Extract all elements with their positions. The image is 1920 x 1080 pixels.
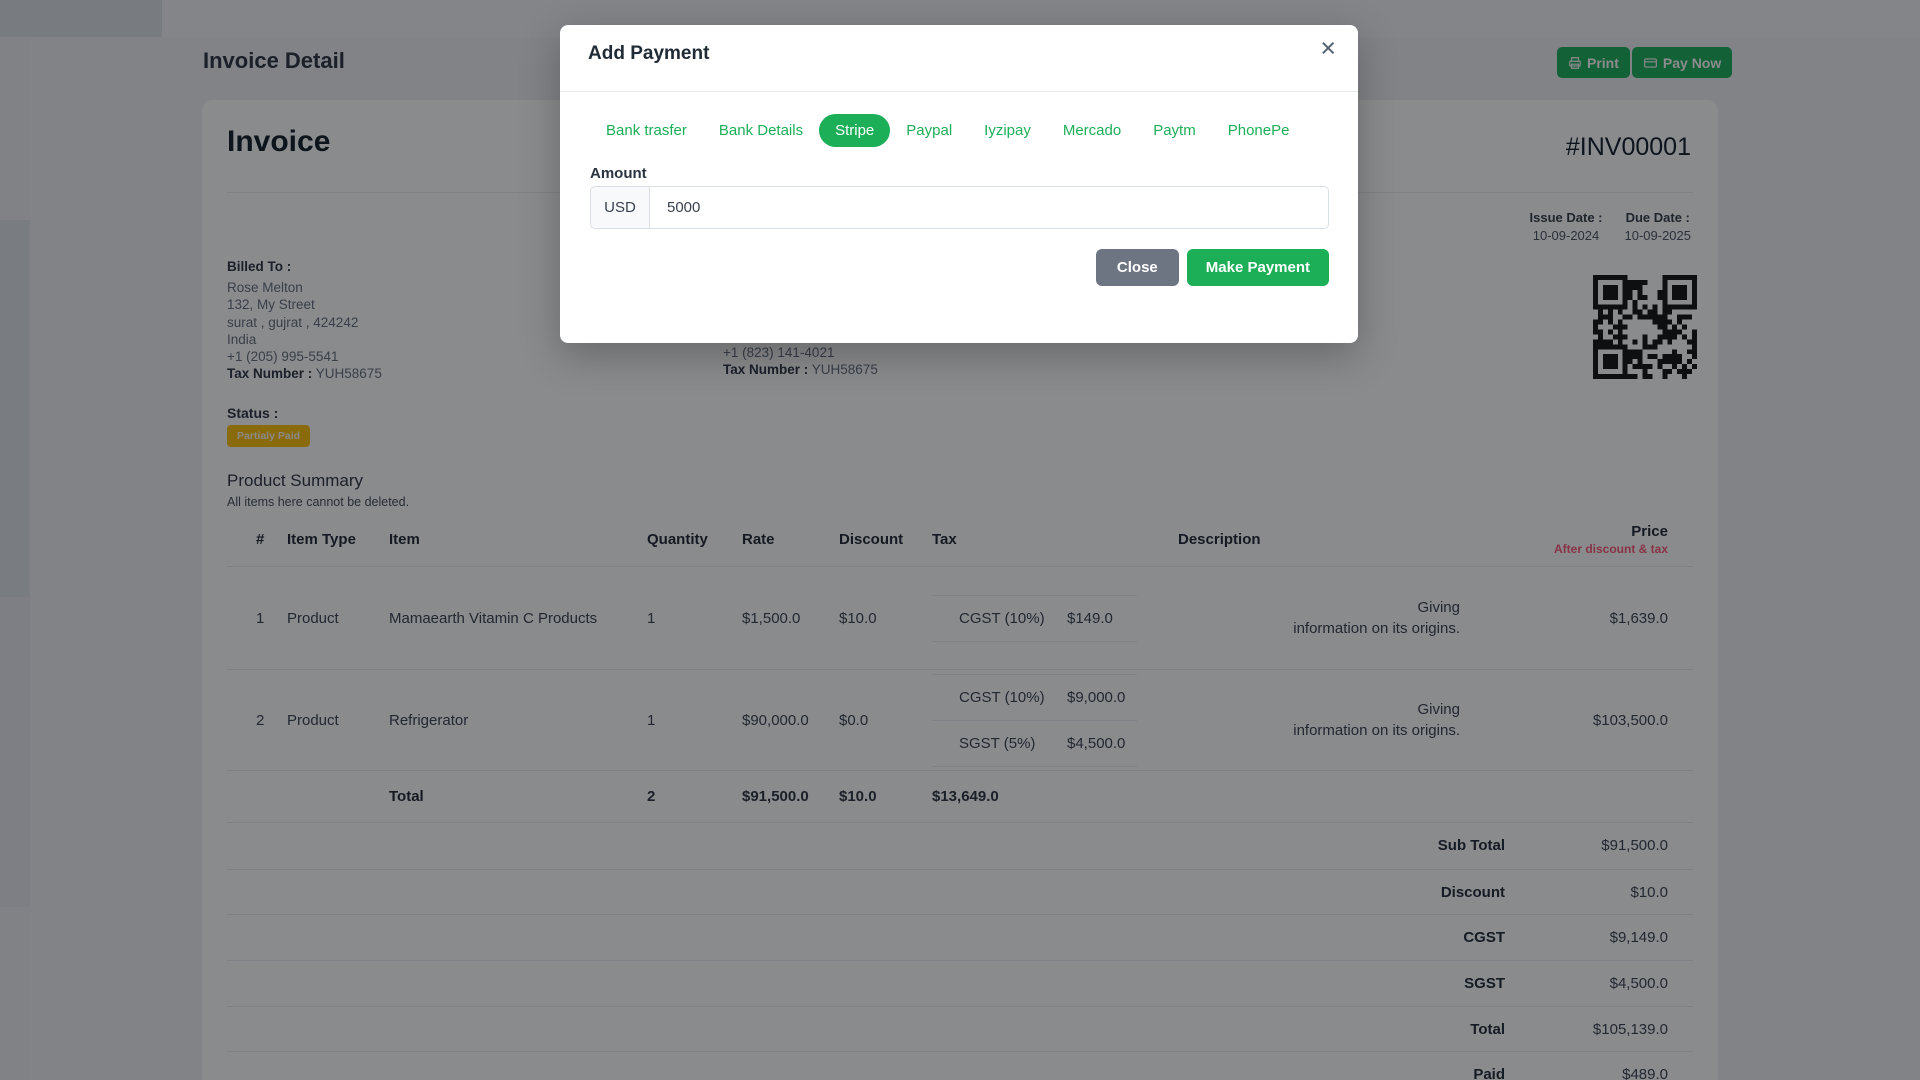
payment-tab[interactable]: PhonePe bbox=[1212, 114, 1306, 147]
payment-tab[interactable]: Bank trasfer bbox=[590, 114, 703, 147]
amount-input[interactable] bbox=[650, 186, 1329, 229]
payment-method-tabs: Bank trasfer Bank Details Stripe Paypal … bbox=[590, 114, 1329, 147]
modal-actions: Close Make Payment bbox=[590, 249, 1329, 286]
close-icon[interactable]: × bbox=[1320, 35, 1336, 62]
payment-tab[interactable]: Paypal bbox=[890, 114, 968, 147]
modal-body: Bank trasfer Bank Details Stripe Paypal … bbox=[560, 92, 1358, 286]
close-button[interactable]: Close bbox=[1095, 249, 1179, 286]
payment-tab[interactable]: Bank Details bbox=[703, 114, 819, 147]
add-payment-modal: Add Payment × Bank trasfer Bank Details … bbox=[560, 25, 1358, 343]
make-payment-button[interactable]: Make Payment bbox=[1186, 249, 1329, 286]
payment-tab[interactable]: Mercado bbox=[1047, 114, 1137, 147]
modal-title: Add Payment bbox=[588, 43, 710, 64]
amount-input-group: USD bbox=[590, 186, 1329, 229]
modal-header: Add Payment × bbox=[560, 25, 1358, 92]
payment-tab[interactable]: Stripe bbox=[819, 114, 891, 147]
amount-label: Amount bbox=[590, 165, 647, 182]
payment-tab[interactable]: Iyzipay bbox=[968, 114, 1047, 147]
currency-prefix: USD bbox=[590, 186, 650, 229]
payment-tab[interactable]: Paytm bbox=[1137, 114, 1212, 147]
